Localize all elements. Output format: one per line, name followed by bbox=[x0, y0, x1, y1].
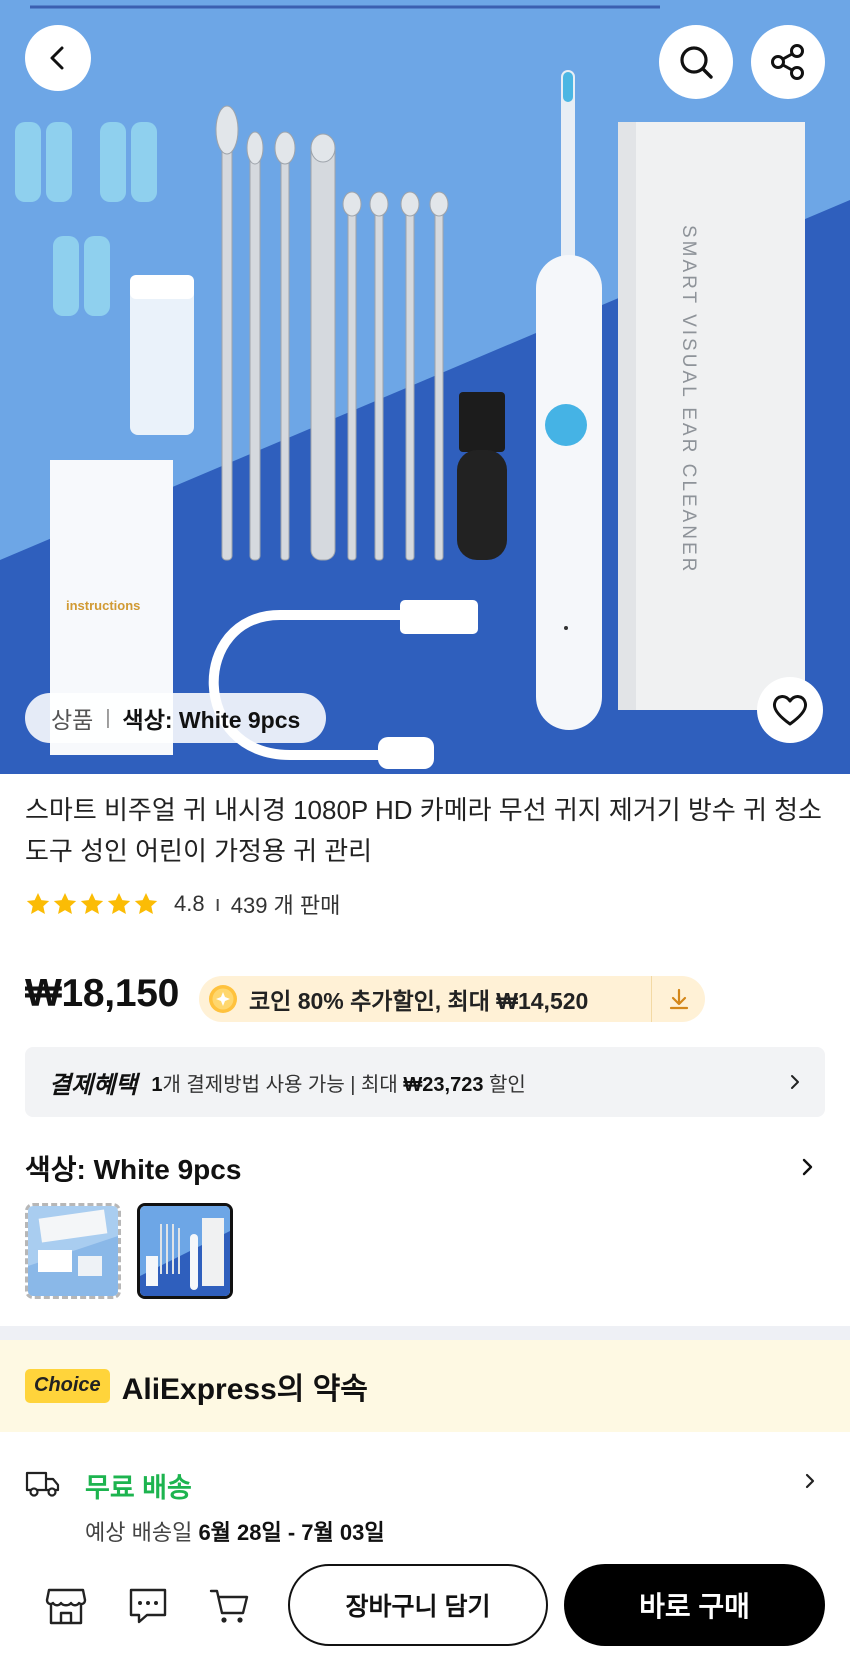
svg-text:SMART VISUAL EAR CLEANER: SMART VISUAL EAR CLEANER bbox=[678, 225, 699, 574]
rating-value: 4.8 bbox=[174, 891, 205, 916]
color-option-thumbnail[interactable] bbox=[25, 1203, 121, 1299]
coin-offer-text: 코인 80% 추가할인, 최대 ₩14,520 bbox=[249, 988, 589, 1014]
store-icon bbox=[45, 1588, 87, 1625]
delivery-prefix: 예상 배송일 bbox=[85, 1520, 199, 1545]
payment-method-count: 1 bbox=[151, 1073, 163, 1096]
cart-icon bbox=[209, 1589, 249, 1623]
download-coupon-button[interactable] bbox=[651, 976, 705, 1022]
search-icon bbox=[680, 46, 713, 79]
choice-promise-banner[interactable]: Choice AliExpress의 약속 bbox=[0, 1340, 850, 1432]
chat-button[interactable] bbox=[124, 1582, 172, 1630]
back-button[interactable] bbox=[25, 25, 91, 91]
share-icon bbox=[771, 44, 804, 80]
bottom-action-bar: 장바구니 담기 바로 구매 bbox=[0, 1560, 850, 1667]
rating-row[interactable]: 4.8 ı 439 개 판매 bbox=[25, 888, 340, 920]
wishlist-button[interactable] bbox=[757, 677, 823, 743]
variant-separator: | bbox=[105, 706, 111, 729]
search-button[interactable] bbox=[659, 25, 733, 99]
chevron-left-icon bbox=[50, 46, 64, 70]
download-icon bbox=[669, 988, 688, 1010]
star-icon bbox=[80, 892, 104, 914]
thumbnail-image bbox=[28, 1206, 118, 1296]
payment-benefits-label: 결제혜택 bbox=[49, 1071, 138, 1099]
chevron-right-icon[interactable] bbox=[797, 1156, 819, 1178]
variant-selected: 색상: White 9pcs bbox=[122, 707, 301, 733]
choice-badge: Choice bbox=[25, 1369, 110, 1403]
estimated-delivery: 예상 배송일 6월 28일 - 7월 03일 bbox=[85, 1515, 385, 1547]
heart-icon bbox=[772, 695, 808, 726]
rating-stars bbox=[25, 891, 160, 917]
truck-icon bbox=[25, 1471, 60, 1497]
free-shipping-label[interactable]: 무료 배송 bbox=[85, 1466, 192, 1505]
choice-promise-title: AliExpress의 약속 bbox=[121, 1373, 368, 1406]
coin-icon bbox=[209, 985, 237, 1013]
rating-divider: ı bbox=[214, 891, 221, 916]
chevron-right-icon bbox=[791, 1075, 799, 1089]
current-price: ₩18,150 bbox=[25, 972, 179, 1015]
variant-prefix: 상품 bbox=[51, 707, 94, 733]
store-button[interactable] bbox=[42, 1582, 90, 1630]
buy-now-button[interactable]: 바로 구매 bbox=[564, 1564, 825, 1646]
payment-benefits-text: 1개 결제방법 사용 가능 | 최대 ₩23,723 할인 bbox=[151, 1068, 785, 1097]
payment-text-end: 할인 bbox=[483, 1073, 526, 1096]
star-icon bbox=[134, 892, 158, 914]
variant-indicator[interactable]: 상품 | 색상: White 9pcs bbox=[25, 693, 327, 743]
sold-count: 439 개 판매 bbox=[230, 893, 341, 918]
section-divider bbox=[0, 1326, 850, 1340]
chevron-right-icon[interactable] bbox=[800, 1471, 820, 1491]
product-image-gallery[interactable]: instructions SMART VISUAL EAR CLEANER 상품… bbox=[0, 0, 850, 774]
star-icon bbox=[53, 892, 77, 914]
color-option-thumbnail-selected[interactable] bbox=[137, 1203, 233, 1299]
product-photo: instructions SMART VISUAL EAR CLEANER bbox=[0, 0, 850, 774]
payment-benefits[interactable]: 결제혜택 1개 결제방법 사용 가능 | 최대 ₩23,723 할인 bbox=[25, 1047, 825, 1117]
payment-text-mid: 개 결제방법 사용 가능 | 최대 bbox=[162, 1073, 404, 1096]
cart-button[interactable] bbox=[206, 1582, 254, 1630]
delivery-date-range: 6월 28일 - 7월 03일 bbox=[198, 1520, 385, 1545]
star-icon bbox=[107, 892, 131, 914]
payment-max-discount: ₩23,723 bbox=[403, 1073, 484, 1096]
coin-discount-badge[interactable]: 코인 80% 추가할인, 최대 ₩14,520 bbox=[199, 976, 705, 1022]
svg-text:instructions: instructions bbox=[66, 598, 140, 613]
chat-icon bbox=[129, 1588, 167, 1624]
thumbnail-image bbox=[140, 1206, 230, 1296]
add-to-cart-button[interactable]: 장바구니 담기 bbox=[288, 1564, 548, 1646]
share-button[interactable] bbox=[751, 25, 825, 99]
color-option-label[interactable]: 색상: White 9pcs bbox=[25, 1148, 241, 1188]
star-icon bbox=[26, 892, 50, 914]
product-title: 스마트 비주얼 귀 내시경 1080P HD 카메라 무선 귀지 제거기 방수 … bbox=[25, 795, 822, 866]
